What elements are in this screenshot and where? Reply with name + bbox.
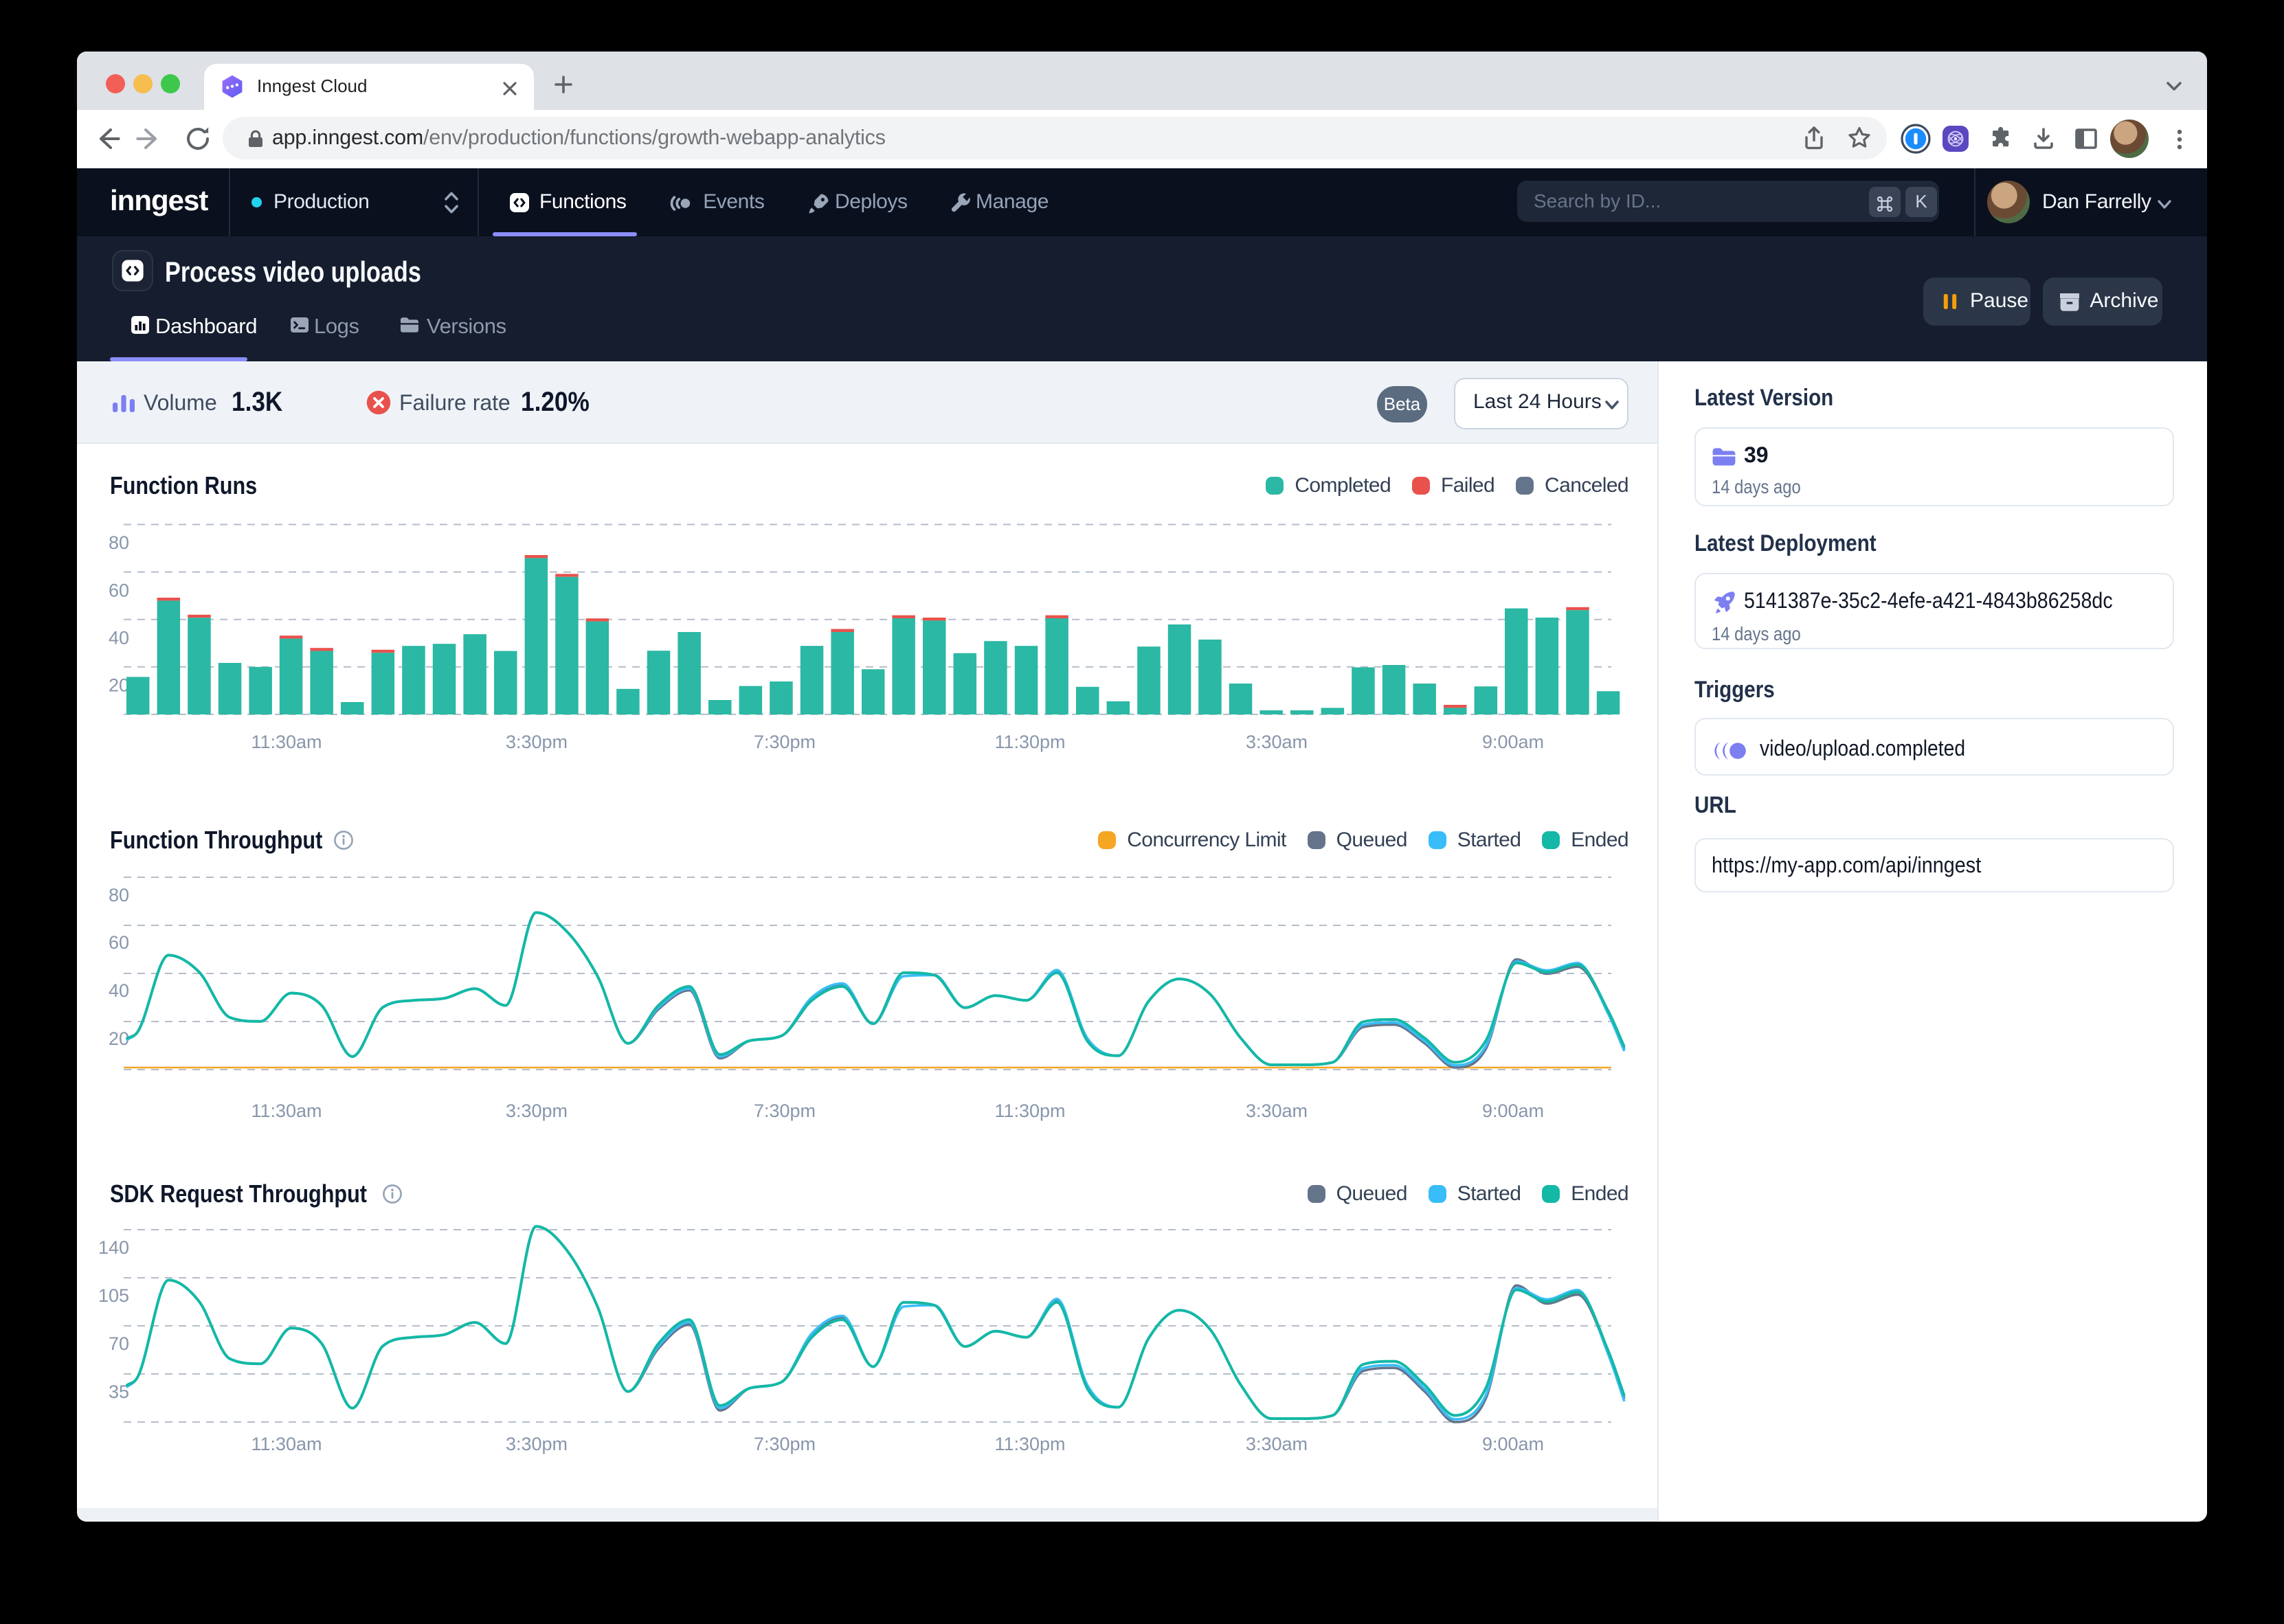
svg-text:80: 80 [109,885,129,905]
svg-text:105: 105 [98,1285,129,1306]
svg-text:3:30pm: 3:30pm [506,1101,568,1121]
svg-text:3:30am: 3:30am [1246,1101,1308,1121]
svg-text:3:30am: 3:30am [1246,1434,1308,1454]
svg-text:70: 70 [109,1333,129,1354]
svg-text:60: 60 [109,932,129,953]
svg-text:3:30pm: 3:30pm [506,732,568,752]
svg-text:11:30pm: 11:30pm [994,732,1065,752]
svg-text:9:00am: 9:00am [1482,1434,1544,1454]
svg-text:11:30am: 11:30am [251,1434,322,1454]
svg-text:7:30pm: 7:30pm [754,732,816,752]
svg-text:7:30pm: 7:30pm [754,1101,816,1121]
svg-text:140: 140 [98,1237,129,1258]
svg-text:11:30pm: 11:30pm [994,1434,1065,1454]
svg-text:80: 80 [109,532,129,553]
svg-text:11:30am: 11:30am [251,1101,322,1121]
svg-text:11:30pm: 11:30pm [994,1101,1065,1121]
svg-text:3:30am: 3:30am [1246,732,1308,752]
svg-text:9:00am: 9:00am [1482,1101,1544,1121]
svg-text:9:00am: 9:00am [1482,732,1544,752]
svg-text:60: 60 [109,580,129,600]
svg-text:7:30pm: 7:30pm [754,1434,816,1454]
svg-text:11:30am: 11:30am [251,732,322,752]
svg-text:20: 20 [109,675,129,696]
svg-text:40: 40 [109,627,129,648]
svg-text:3:30pm: 3:30pm [506,1434,568,1454]
svg-text:40: 40 [109,980,129,1001]
